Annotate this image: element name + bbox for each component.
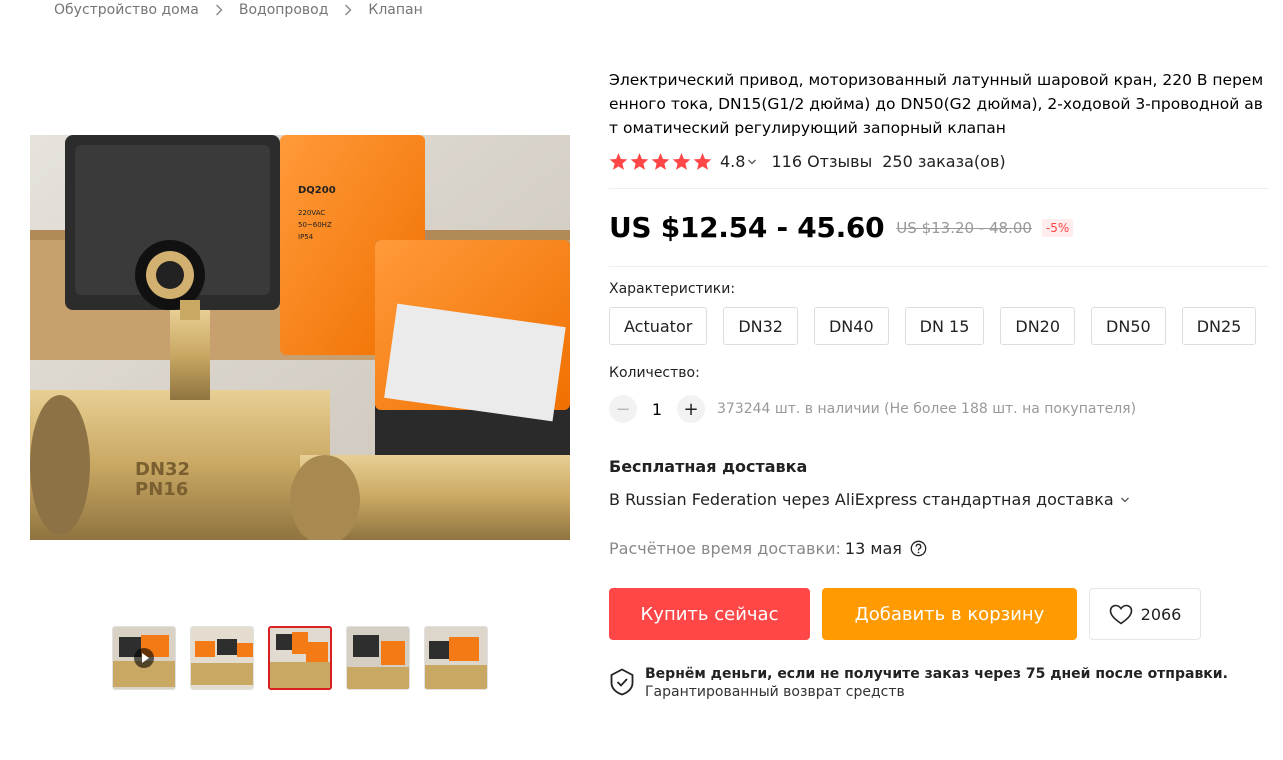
shipping-title: Бесплатная доставка xyxy=(609,457,808,476)
svg-text:50~60HZ: 50~60HZ xyxy=(298,221,332,229)
chevron-right-icon xyxy=(215,4,223,16)
old-price: US $13.20 - 48.00 xyxy=(896,218,1032,237)
rating-row: 4.8 116 Отзывы 250 заказа(ов) xyxy=(609,152,1269,171)
wishlist-button[interactable]: 2066 xyxy=(1089,588,1201,640)
shipping-method[interactable]: В Russian Federation через AliExpress ст… xyxy=(609,490,1269,509)
option-dn15[interactable]: DN 15 xyxy=(904,307,985,345)
quantity-stepper: − 1 + 373244 шт. в наличии (Не более 188… xyxy=(609,395,1269,423)
guarantee-subtitle: Гарантированный возврат средств xyxy=(645,684,905,700)
discount-badge: -5% xyxy=(1041,218,1074,237)
product-title: Электрический привод, моторизованный лат… xyxy=(609,71,1264,137)
delivery-estimate-label: Расчётное время доставки: xyxy=(609,539,841,558)
play-icon xyxy=(134,648,154,668)
divider xyxy=(609,266,1269,267)
buyer-protection: Вернём деньги, если не получите заказ че… xyxy=(609,666,1269,700)
breadcrumb: Обустройство дома Водопровод Клапан xyxy=(54,2,423,18)
thumbnail-4[interactable] xyxy=(346,626,410,690)
option-actuator[interactable]: Actuator xyxy=(609,307,708,345)
add-to-cart-button[interactable]: Добавить в корзину xyxy=(822,588,1077,640)
svg-text:220VAC: 220VAC xyxy=(298,209,325,217)
option-dn50[interactable]: DN50 xyxy=(1091,307,1166,345)
characteristics-label: Характеристики: xyxy=(609,281,736,297)
star-icon xyxy=(609,152,628,170)
current-price: US $12.54 - 45.60 xyxy=(609,211,885,244)
guarantee-title: Вернём деньги, если не получите заказ че… xyxy=(645,666,1228,682)
option-dn40[interactable]: DN40 xyxy=(813,307,889,345)
thumbnail-5[interactable] xyxy=(424,626,488,690)
thumbnail-video[interactable] xyxy=(112,626,176,690)
thumbnail-2[interactable] xyxy=(190,626,254,690)
star-icon xyxy=(630,152,649,170)
orders-count: 250 заказа(ов) xyxy=(882,152,1006,171)
stock-info: 373244 шт. в наличии (Не более 188 шт. н… xyxy=(717,401,1137,417)
shipping-method-text: В Russian Federation через AliExpress ст… xyxy=(609,490,1114,509)
rating-score[interactable]: 4.8 xyxy=(720,152,745,171)
shield-check-icon xyxy=(609,668,635,700)
svg-text:PN16: PN16 xyxy=(135,479,188,500)
divider xyxy=(609,188,1269,189)
breadcrumb-valve[interactable]: Клапан xyxy=(368,2,422,18)
quantity-decrease-button[interactable]: − xyxy=(609,395,637,423)
chevron-down-icon[interactable] xyxy=(747,158,757,166)
option-dn20[interactable]: DN20 xyxy=(1000,307,1076,345)
option-dn25[interactable]: DN25 xyxy=(1181,307,1257,345)
thumbnail-3-active[interactable] xyxy=(268,626,332,690)
star-icon xyxy=(672,152,691,170)
delivery-estimate-date: 13 мая xyxy=(844,539,902,558)
product-photo: DQ200 220VAC 50~60HZ IP54 DN32 PN16 xyxy=(30,135,570,540)
buy-now-button[interactable]: Купить сейчас xyxy=(609,588,810,640)
quantity-increase-button[interactable]: + xyxy=(677,395,705,423)
product-main-image[interactable]: DQ200 220VAC 50~60HZ IP54 DN32 PN16 xyxy=(30,135,570,540)
heart-icon xyxy=(1109,604,1132,624)
svg-text:DN32: DN32 xyxy=(135,459,190,480)
action-buttons: Купить сейчас Добавить в корзину 2066 xyxy=(609,588,1269,640)
chevron-right-icon xyxy=(344,4,352,16)
rating-stars xyxy=(609,152,712,171)
star-icon xyxy=(651,152,670,170)
quantity-value[interactable]: 1 xyxy=(637,400,677,419)
breadcrumb-home-improvement[interactable]: Обустройство дома xyxy=(54,2,199,18)
svg-text:IP54: IP54 xyxy=(298,233,314,241)
wishlist-count: 2066 xyxy=(1140,604,1182,624)
help-icon[interactable] xyxy=(910,540,927,557)
option-dn32[interactable]: DN32 xyxy=(723,307,798,345)
product-info: Электрический привод, моторизованный лат… xyxy=(609,68,1269,700)
svg-text:DQ200: DQ200 xyxy=(298,185,336,196)
delivery-estimate: Расчётное время доставки: 13 мая xyxy=(609,539,1269,558)
quantity-label: Количество: xyxy=(609,365,700,381)
breadcrumb-plumbing[interactable]: Водопровод xyxy=(239,2,329,18)
chevron-down-icon xyxy=(1120,496,1130,504)
characteristics-options: Actuator DN32 DN40 DN 15 DN20 DN50 DN25 xyxy=(609,307,1269,345)
thumbnail-strip xyxy=(112,626,488,690)
reviews-link[interactable]: 116 Отзывы xyxy=(771,152,872,171)
price-row: US $12.54 - 45.60 US $13.20 - 48.00 -5% xyxy=(609,211,1269,244)
star-icon xyxy=(693,152,712,170)
